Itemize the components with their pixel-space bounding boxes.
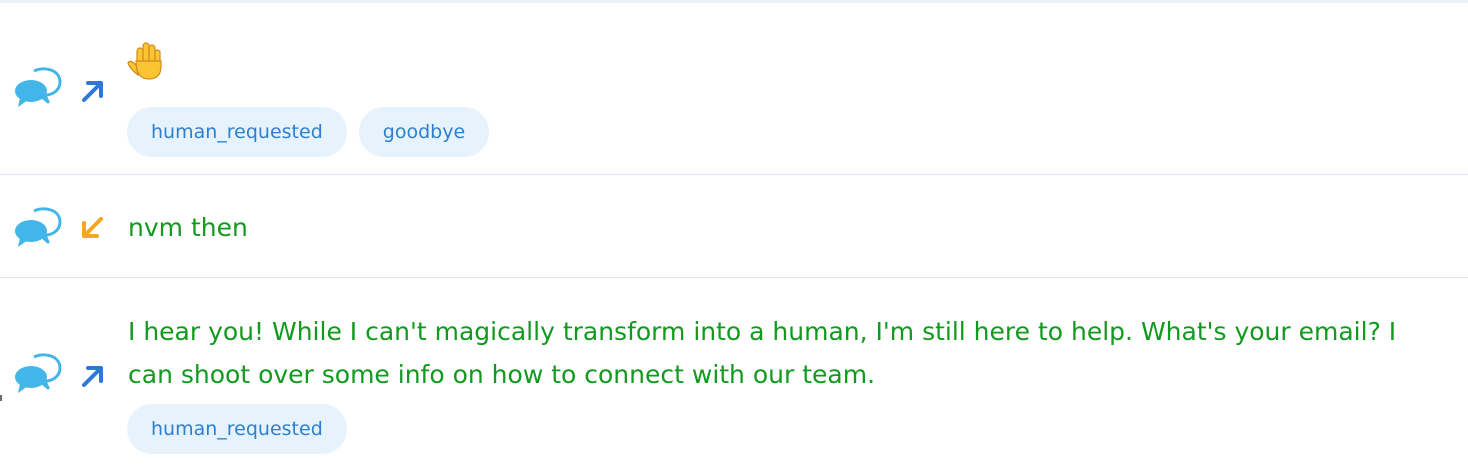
tag-goodbye[interactable]: goodbye <box>358 107 490 157</box>
scroll-edge-marker <box>0 395 2 401</box>
message-row[interactable]: I hear you! While I can't magically tran… <box>0 278 1468 468</box>
tag-human-requested[interactable]: human_requested <box>127 404 347 454</box>
chat-bubbles-icon <box>15 353 62 393</box>
outgoing-arrow-icon <box>82 81 103 102</box>
intent-tags: human_requested <box>127 404 347 454</box>
message-text: I hear you! While I can't magically tran… <box>128 317 1397 389</box>
conversation-feed: human_requested goodbye nvm then I hear … <box>0 0 1468 468</box>
tag-human-requested[interactable]: human_requested <box>127 107 347 157</box>
outgoing-arrow-icon <box>82 366 103 387</box>
incoming-arrow-icon <box>82 217 103 238</box>
intent-tags: human_requested goodbye <box>127 107 490 157</box>
chat-bubbles-icon <box>15 207 62 247</box>
chat-bubbles-icon <box>15 67 62 107</box>
message-row[interactable]: human_requested goodbye <box>0 3 1468 174</box>
message-text: nvm then <box>128 213 248 242</box>
message-row[interactable]: nvm then <box>0 175 1468 277</box>
raised-hand-icon <box>127 42 162 80</box>
